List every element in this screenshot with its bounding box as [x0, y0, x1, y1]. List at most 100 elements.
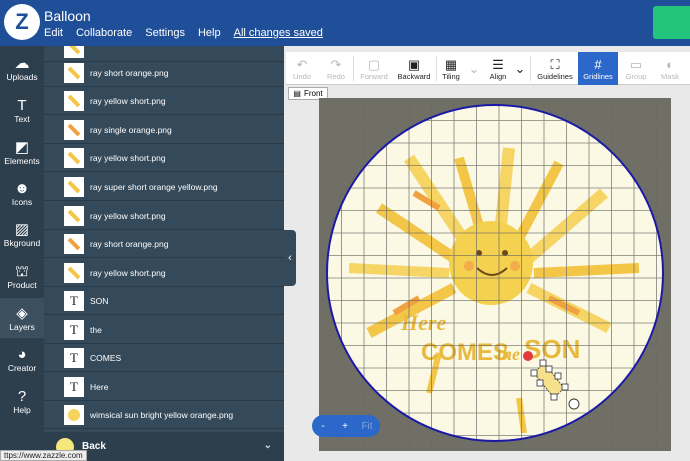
zoom-control: - + Fit [312, 415, 380, 437]
delete-handle-icon[interactable] [523, 351, 533, 361]
layer-row[interactable]: ray short orange.png [44, 230, 284, 258]
backward-button[interactable]: ▣ Backward [394, 52, 434, 85]
rail-label: Creator [7, 362, 37, 373]
tool-label: Mask [661, 71, 679, 81]
layer-row[interactable]: wimsical sun bright yellow orange.png [44, 401, 284, 429]
layer-thumbnail [64, 233, 84, 254]
group-icon: ▭ [629, 56, 643, 72]
icons-icon: ☻ [14, 179, 30, 197]
mask-button[interactable]: ◐ Mask [654, 52, 686, 85]
help-icon: ? [17, 387, 27, 405]
layer-row[interactable]: T Here [44, 373, 284, 401]
tiling-dropdown[interactable]: ⌄ [466, 52, 482, 85]
undo-icon: ↶ [296, 56, 308, 72]
tiling-button[interactable]: ▦ Tiling [436, 52, 466, 85]
layer-label: wimsical sun bright yellow orange.png [90, 409, 234, 420]
layer-label: ray short orange.png [90, 238, 169, 249]
collapse-panel-tab[interactable]: ‹ [284, 230, 296, 286]
gridlines-icon: # [594, 56, 602, 72]
guidelines-icon: ⛶ [550, 56, 560, 72]
cloud-upload-icon: ☁ [14, 54, 30, 72]
zazzle-logo[interactable]: Z [4, 4, 40, 40]
product-icon: ⛫ [15, 262, 29, 280]
menu-edit[interactable]: Edit [44, 27, 63, 39]
mask-icon: ◐ [666, 56, 674, 72]
text-layer-icon: T [64, 319, 84, 340]
layer-thumbnail [64, 176, 84, 197]
tool-label: Align [489, 71, 507, 81]
align-dropdown[interactable]: ⌄ [512, 52, 528, 85]
primary-action-button[interactable] [653, 6, 690, 39]
layer-row[interactable]: ray yellow short.png [44, 87, 284, 115]
rail-text[interactable]: T Text [0, 90, 44, 130]
zoom-in-button[interactable]: + [334, 421, 356, 432]
canvas-artwork[interactable]: Here COMES the SON [319, 98, 671, 451]
chevron-down-icon[interactable]: ⌄ [264, 440, 272, 451]
artwork-text-here: Here [400, 310, 446, 335]
elements-icon: ◩ [14, 138, 30, 156]
design-canvas[interactable]: Here COMES the SON [319, 98, 671, 451]
rail-label: Help [13, 404, 31, 415]
group-button[interactable]: ▭ Group [620, 52, 652, 85]
rail-creator[interactable]: ◕ Creator [0, 339, 44, 379]
undo-button[interactable]: ↶ Undo [286, 52, 318, 85]
rail-product[interactable]: ⛫ Product [0, 256, 44, 296]
rail-help[interactable]: ? Help [0, 381, 44, 421]
zoom-fit-button[interactable]: Fit [356, 421, 378, 432]
left-rail: ☁ Uploads T Text ◩ Elements ☻ Icons ▨ Bkgroun… [0, 46, 44, 461]
layer-row[interactable]: ray yellow short.png [44, 202, 284, 230]
layer-label: the [90, 324, 102, 335]
chevron-left-icon: ‹ [288, 252, 292, 264]
guidelines-button[interactable]: ⛶ Guidelines [534, 52, 576, 85]
layer-row[interactable]: ray yellow short.png [44, 259, 284, 287]
layer-row[interactable]: T COMES [44, 344, 284, 372]
tool-label: Backward [397, 71, 431, 81]
menu-help[interactable]: Help [198, 27, 221, 39]
artwork-text-the: the [497, 344, 520, 364]
front-label: Front [303, 89, 323, 98]
rail-icons[interactable]: ☻ Icons [0, 173, 44, 213]
chevron-down-icon: ⌄ [514, 61, 526, 76]
tool-label: Undo [293, 71, 311, 81]
layer-label: ray yellow short.png [90, 210, 166, 221]
layer-row[interactable]: Tthe [44, 316, 284, 344]
backward-icon: ▣ [407, 56, 421, 72]
layer-row[interactable]: ray single orange.png [44, 116, 284, 144]
layer-thumbnail [64, 262, 84, 283]
text-layer-icon: T [64, 376, 84, 397]
layer-label: ray yellow short.png [90, 267, 166, 278]
artwork-text-comes: COMES [421, 339, 509, 366]
layer-row[interactable]: ray yellow short.png [44, 144, 284, 172]
forward-button[interactable]: ▢ Forward [354, 52, 394, 85]
rail-layers[interactable]: ◈ Layers [0, 298, 44, 338]
layer-label: COMES [90, 352, 122, 363]
rail-elements[interactable]: ◩ Elements [0, 132, 44, 172]
align-button[interactable]: ☰ Align [484, 52, 512, 85]
tiling-icon: ▦ [444, 56, 458, 72]
artwork-text-son: SON [524, 334, 580, 364]
zoom-out-button[interactable]: - [312, 421, 334, 432]
layer-row[interactable]: ray short orange.png [44, 59, 284, 87]
editor-toolbar: ↶ Undo ↷ Redo ▢ Forward ▣ Backward ▦ Tiling ⌄… [286, 52, 690, 85]
layer-thumbnail [64, 119, 84, 140]
tool-label: Gridlines [583, 71, 613, 81]
layers-icon: ◈ [16, 304, 28, 322]
layer-row[interactable]: ray super short orange yellow.png [44, 173, 284, 201]
save-status-link[interactable]: All changes saved [234, 27, 323, 39]
redo-button[interactable]: ↷ Redo [320, 52, 352, 85]
gridlines-button[interactable]: # Gridlines [578, 52, 618, 85]
layer-label: ray super short orange yellow.png [90, 181, 218, 192]
menu-settings[interactable]: Settings [145, 27, 185, 39]
rail-uploads[interactable]: ☁ Uploads [0, 48, 44, 88]
tool-label: Redo [327, 71, 345, 81]
layer-thumbnail [64, 404, 84, 425]
rotate-handle-icon[interactable] [568, 398, 580, 410]
layer-label: ray single orange.png [90, 124, 172, 135]
creator-icon: ◕ [17, 345, 27, 363]
menu-collaborate[interactable]: Collaborate [76, 27, 132, 39]
layer-thumbnail [64, 205, 84, 226]
layers-panel: ray short orange.png ray yellow short.pn… [44, 46, 284, 461]
rail-bkground[interactable]: ▨ Bkground [0, 214, 44, 254]
layer-row[interactable]: T SON [44, 287, 284, 315]
sun-face [449, 221, 533, 305]
